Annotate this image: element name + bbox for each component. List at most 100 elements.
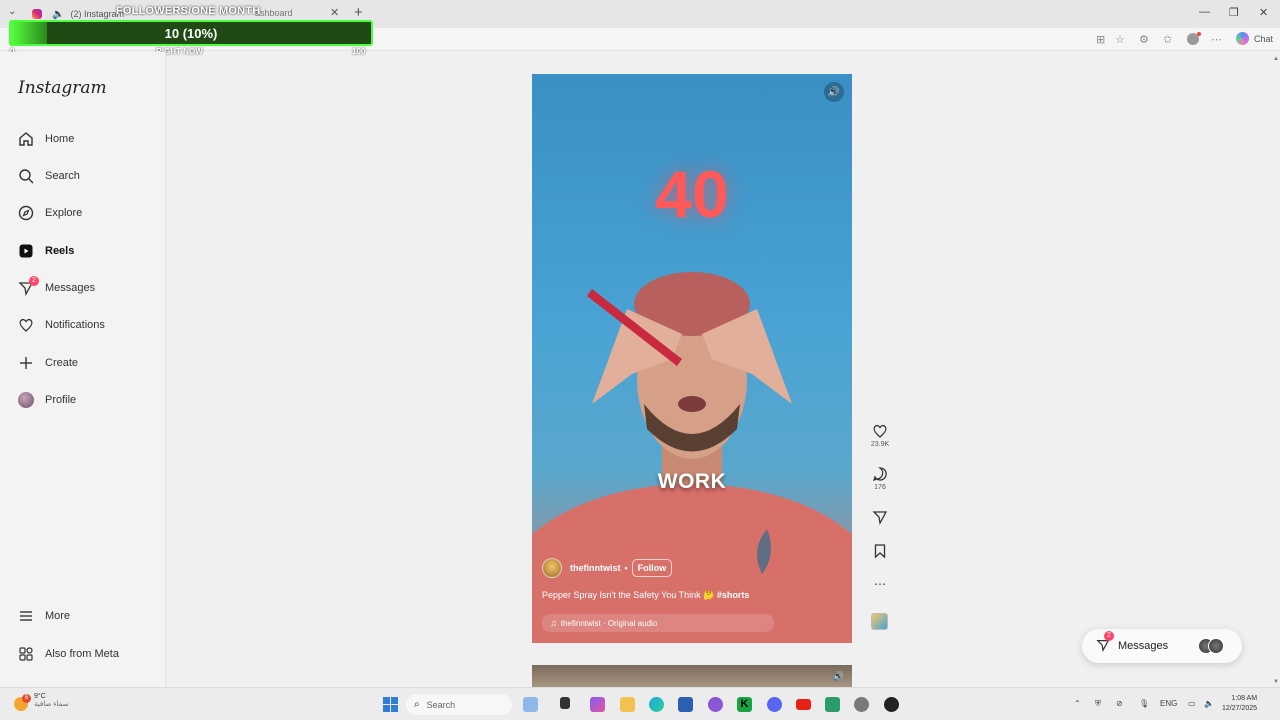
sidebar-item-label: More — [45, 610, 71, 622]
author-username[interactable]: thefinntwist — [570, 563, 621, 573]
reel-video[interactable]: 🔊 40 WORK thefinntwist • Follow Pepper S… — [532, 74, 852, 643]
page-scrollbar[interactable]: ▲ ▼ — [1272, 52, 1280, 687]
mute-toggle-icon[interactable]: 🔊 — [824, 82, 844, 102]
sidebar-item-also-from-meta[interactable]: Also from Meta — [16, 640, 156, 668]
taskbar-app-settings-icon[interactable] — [854, 697, 869, 712]
sidebar-item-search[interactable]: Search — [16, 162, 156, 190]
like-action[interactable]: 23.9K — [866, 423, 894, 448]
progress-value: 10 (10%) — [164, 25, 218, 41]
search-icon — [16, 166, 36, 186]
taskbar-app-youtube-icon[interactable] — [796, 699, 811, 710]
sidebar-item-label: Search — [45, 170, 80, 182]
home-icon — [16, 129, 36, 149]
music-note-icon: ♫ — [550, 618, 557, 628]
clock-date: 12/27/2025 — [1222, 705, 1258, 712]
taskbar-app-edge-icon[interactable] — [649, 697, 664, 712]
followers-progress-bar: 10 (10%) — [9, 20, 373, 46]
sidebar-item-more[interactable]: More — [16, 602, 156, 630]
scroll-up-icon[interactable]: ▲ — [1273, 56, 1279, 62]
favorite-star-icon[interactable]: ☆ — [1115, 33, 1125, 46]
instagram-sidebar: Instagram Home Search Explore Reels 2 Me… — [0, 52, 166, 687]
next-reel-preview[interactable]: 🔊 — [532, 665, 852, 687]
tray-volume-icon[interactable]: 🔈 — [1204, 699, 1214, 708]
sidebar-item-label: Also from Meta — [45, 648, 119, 660]
scroll-down-icon[interactable]: ▼ — [1273, 679, 1279, 685]
taskbar-app-k-icon[interactable]: K — [737, 697, 752, 712]
sidebar-item-label: Explore — [45, 207, 83, 219]
windows-start-icon[interactable] — [383, 697, 398, 712]
reel-hashtag[interactable]: #shorts — [717, 590, 750, 600]
chat-label: Chat — [1254, 33, 1274, 44]
reel-audio[interactable]: ♫ thefinntwist · Original audio — [542, 614, 774, 632]
sidebar-item-create[interactable]: Create — [16, 349, 156, 377]
tab-close-icon[interactable]: ✕ — [330, 6, 339, 19]
more-menu-icon[interactable]: ⋯ — [1211, 33, 1222, 46]
messages-floating-button[interactable]: 2 Messages — [1082, 629, 1242, 663]
messages-badge: 2 — [29, 276, 39, 286]
minimize-button[interactable]: — — [1199, 6, 1210, 18]
tray-display-icon[interactable]: ▭ — [1188, 699, 1196, 708]
copilot-chat-button[interactable]: Chat — [1236, 32, 1273, 45]
share-icon — [872, 511, 888, 525]
mute-toggle-icon[interactable]: 🔊 — [833, 671, 844, 682]
taskbar-app-widgets-icon[interactable] — [523, 697, 538, 712]
reels-icon — [16, 241, 36, 261]
sidebar-item-reels[interactable]: Reels — [16, 237, 156, 265]
speaker-icon[interactable]: 🔈 — [52, 9, 64, 20]
taskbar-app-obs-icon[interactable] — [708, 697, 723, 712]
messenger-icon: 2 — [16, 276, 39, 298]
share-action[interactable] — [866, 509, 894, 525]
weather-temperature: 9°C — [34, 693, 46, 700]
messages-pill-label: Messages — [1118, 640, 1169, 652]
taskbar-app-chatgpt-icon[interactable] — [884, 697, 899, 712]
taskbar-app-store-icon[interactable] — [678, 697, 693, 712]
sidebar-item-label: Profile — [45, 394, 77, 406]
taskbar-app-recorder-icon[interactable] — [825, 697, 840, 712]
weather-condition: سماء صافية — [34, 701, 69, 708]
new-tab-button[interactable]: + — [354, 4, 363, 21]
tab-list-chevron-icon[interactable]: ⌄ — [8, 6, 16, 17]
audio-thumbnail[interactable] — [871, 613, 888, 630]
menu-icon — [16, 606, 36, 626]
favorites-icon[interactable]: ✩ — [1163, 33, 1172, 46]
tray-mic-icon[interactable]: 🎙 — [1139, 699, 1149, 708]
tray-overflow-chevron-icon[interactable]: ⌃ — [1074, 699, 1081, 708]
weather-widget[interactable]: 6 9°C سماء صافية — [14, 693, 69, 711]
follow-button[interactable]: Follow — [631, 559, 673, 577]
close-window-button[interactable]: ✕ — [1259, 6, 1268, 19]
reel-description-text: Pepper Spray Isn't the Safety You Think … — [542, 590, 715, 600]
taskbar-app-file-explorer-icon[interactable] — [620, 697, 635, 712]
extensions-icon[interactable]: ⚙ — [1139, 33, 1149, 46]
tray-security-icon[interactable]: ⛨ — [1095, 699, 1101, 709]
taskbar-clock[interactable]: 1:08 AM 12/27/2025 — [1222, 694, 1257, 714]
reel-caption-word: WORK — [657, 470, 727, 493]
sidebar-item-explore[interactable]: Explore — [16, 199, 156, 227]
more-options-action[interactable]: ⋯ — [866, 577, 894, 591]
comment-action[interactable]: 176 — [866, 466, 894, 491]
author-avatar[interactable] — [542, 558, 562, 578]
save-action[interactable] — [866, 543, 894, 559]
tray-language[interactable]: ENG — [1160, 699, 1177, 708]
sidebar-item-label: Create — [45, 357, 79, 369]
restore-button[interactable]: ❐ — [1229, 6, 1239, 19]
sidebar-item-home[interactable]: Home — [16, 125, 156, 153]
sidebar-item-notifications[interactable]: Notifications — [16, 311, 156, 339]
heart-icon — [16, 315, 36, 335]
browser-tab-dashboard-title[interactable]: ashboard — [255, 8, 293, 18]
progress-max-label: 100 — [352, 47, 366, 56]
sidebar-item-messages[interactable]: 2 Messages — [16, 274, 156, 302]
tray-network-off-icon[interactable]: ⊘ — [1116, 699, 1123, 708]
split-screen-icon[interactable]: ⊞ — [1096, 33, 1105, 46]
sidebar-item-profile[interactable]: Profile — [16, 386, 156, 414]
sidebar-item-label: Home — [45, 133, 75, 145]
taskbar-app-copilot-icon[interactable] — [590, 697, 605, 712]
instagram-favicon-icon — [32, 9, 42, 19]
notification-dot — [1197, 32, 1201, 36]
taskbar-app-taskview-icon[interactable] — [560, 697, 570, 709]
taskbar-app-discord-icon[interactable] — [767, 697, 782, 712]
messenger-icon: 2 — [1096, 630, 1114, 655]
comment-icon — [872, 467, 887, 482]
instagram-logo[interactable]: Instagram — [18, 78, 107, 98]
taskbar-search[interactable]: ⌕ Search — [406, 694, 512, 715]
reel-overlay-number: 40 — [655, 157, 729, 231]
